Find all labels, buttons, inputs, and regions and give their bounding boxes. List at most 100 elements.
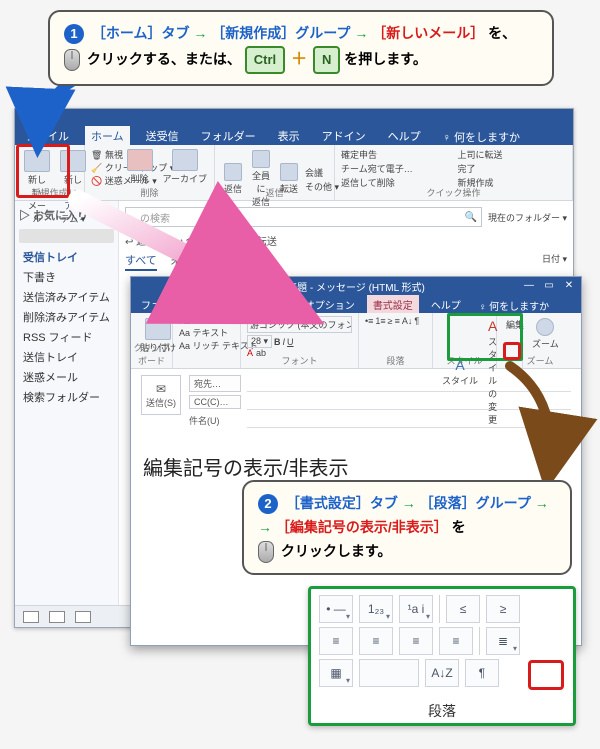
arrow-icon: → xyxy=(354,25,368,41)
zoom-button[interactable]: ズーム xyxy=(529,316,562,352)
subject-input[interactable] xyxy=(247,412,571,428)
tab-help[interactable]: ヘルプ xyxy=(382,126,427,145)
arrow-icon: → xyxy=(258,519,272,535)
tab-sendreceive[interactable]: 送受信 xyxy=(140,126,185,145)
highlight-pilcrow-large xyxy=(528,660,564,690)
font-name[interactable]: 游ゴシック (本文のフォント - 日本 ▾ xyxy=(247,316,352,333)
paragraph-group-panel: • — 1₂₃ ¹a i ≤ ≥ ≡ ≡ ≡ ≡ ≣ ▦ A↓Z ¶ 段落 xyxy=(308,586,576,726)
quick-step[interactable]: 上司に転送 xyxy=(458,148,567,161)
msg-tabs: ファイル メッセージ 挿入 オプション 書式設定 ヘルプ ♀ 何をしますか xyxy=(131,295,581,313)
group-label-quick: クイック操作 xyxy=(335,186,572,199)
tab-folder[interactable]: フォルダー xyxy=(195,126,262,145)
font-size[interactable]: 28 ▾ xyxy=(247,335,272,348)
reply-small[interactable]: ↩ 返信 xyxy=(125,233,156,248)
numbering-button[interactable]: 1≡ xyxy=(375,316,385,326)
cc-label[interactable]: CC(C)… xyxy=(189,395,241,409)
align-right-button[interactable]: ≡ xyxy=(399,627,433,655)
cc-input[interactable] xyxy=(247,394,571,410)
decrease-indent-button[interactable]: ≤ xyxy=(446,595,480,623)
tab-view[interactable]: 表示 xyxy=(272,126,306,145)
italic-button[interactable]: I xyxy=(283,337,286,347)
folder-search[interactable]: 検索フォルダー xyxy=(21,387,114,407)
bullets-button[interactable]: •≡ xyxy=(365,316,373,326)
underline-button[interactable]: U xyxy=(287,337,294,347)
panel-caption: 段落 xyxy=(311,701,573,721)
quick-step[interactable]: 確定申告 xyxy=(341,148,450,161)
bullets-button[interactable]: • — xyxy=(319,595,353,623)
key-n: N xyxy=(313,46,340,74)
indent-button[interactable]: ≥ xyxy=(388,316,393,326)
callout-step-1: 1 ［ホーム］タブ → ［新規作成］グループ → ［新しいメール］ を、 クリッ… xyxy=(48,10,554,86)
search-scope[interactable]: 現在のフォルダー ▾ xyxy=(488,211,567,224)
tab-addin[interactable]: アドイン xyxy=(316,126,372,145)
search-icon: 🔍 xyxy=(465,212,477,223)
titlebar xyxy=(15,109,573,125)
reply-all-icon xyxy=(252,150,270,168)
align-button[interactable]: ≡ xyxy=(395,316,400,326)
mail-nav-icon[interactable] xyxy=(23,611,39,623)
sort-button[interactable]: A↓Z xyxy=(425,659,459,687)
meeting-button[interactable]: 会議 xyxy=(305,166,339,179)
to-label[interactable]: 宛先… xyxy=(189,375,241,392)
forward-small[interactable]: ↪ 転送 xyxy=(246,233,277,248)
text: クリックします。 xyxy=(281,543,392,559)
align-justify-button[interactable]: ≡ xyxy=(439,627,473,655)
tab-file[interactable]: ファイル xyxy=(19,126,75,145)
minimize-button[interactable]: — xyxy=(520,278,538,292)
text: ［ホーム］タブ xyxy=(92,25,190,41)
format-text[interactable]: Aa テキスト xyxy=(179,326,234,339)
show-marks-button[interactable]: ¶ xyxy=(465,659,499,687)
calendar-nav-icon[interactable] xyxy=(49,611,65,623)
tell-me[interactable]: ♀ 何をしますか xyxy=(443,129,520,145)
send-button[interactable]: ✉ 送信(S) xyxy=(141,375,181,415)
msg-tab-format[interactable]: 書式設定 xyxy=(367,295,419,313)
increase-indent-button[interactable]: ≥ xyxy=(486,595,520,623)
numbering-button[interactable]: 1₂₃ xyxy=(359,595,393,623)
bold-button[interactable]: B xyxy=(274,337,281,347)
archive-button[interactable]: アーカイブ xyxy=(160,147,210,187)
msg-tab-option[interactable]: オプション xyxy=(299,295,361,313)
format-html[interactable]: Aa HTML xyxy=(179,316,234,326)
to-input[interactable] xyxy=(247,376,571,392)
msg-tab-help[interactable]: ヘルプ xyxy=(425,295,467,313)
reply-all-button[interactable]: 全員に 返信 xyxy=(249,148,273,210)
align-center-button[interactable]: ≡ xyxy=(359,627,393,655)
multilevel-button[interactable]: ¹a i xyxy=(399,595,433,623)
pilcrow-button[interactable]: ¶ xyxy=(414,316,419,326)
folder-rss[interactable]: RSS フィード xyxy=(21,327,114,347)
format-rich[interactable]: Aa リッチ テキスト xyxy=(179,339,234,352)
text: ［段落］グループ xyxy=(420,495,531,511)
tab-home[interactable]: ホーム xyxy=(85,126,130,145)
delete-button[interactable]: 削除 xyxy=(124,147,156,187)
msg-tab-message[interactable]: メッセージ xyxy=(193,295,255,313)
search-input[interactable]: …の検索🔍 xyxy=(125,207,482,227)
quick-step[interactable]: チーム宛て電子… xyxy=(341,162,450,175)
msg-tell-me[interactable]: ♀ 何をしますか xyxy=(479,298,549,313)
forward-icon xyxy=(280,163,298,181)
reply-all-small[interactable]: ↩↩ 全員に返信 xyxy=(166,233,236,248)
quick-step[interactable]: 完了 xyxy=(458,162,567,175)
text: クリックする、または、 xyxy=(87,51,241,67)
maximize-button[interactable]: ▭ xyxy=(540,278,558,292)
folder-drafts[interactable]: 下書き xyxy=(21,267,114,287)
close-button[interactable]: ✕ xyxy=(560,278,578,292)
sort-by[interactable]: 日付 ▾ xyxy=(542,252,567,271)
folder-deleted[interactable]: 削除済みアイテム xyxy=(21,307,114,327)
msg-tab-insert[interactable]: 挿入 xyxy=(261,295,293,313)
folder-junk[interactable]: 迷惑メール xyxy=(21,367,114,387)
filter-all[interactable]: すべて xyxy=(125,252,157,271)
align-left-button[interactable]: ≡ xyxy=(319,627,353,655)
folder-sent[interactable]: 送信済みアイテム xyxy=(21,287,114,307)
reply-icon xyxy=(224,163,242,181)
msg-tab-file[interactable]: ファイル xyxy=(135,295,187,313)
filter-unread[interactable]: 未読 xyxy=(171,252,193,271)
folder-inbox[interactable]: 受信トレイ xyxy=(21,247,114,267)
shading-button[interactable]: ▦ xyxy=(319,659,353,687)
sort-button[interactable]: A↓ xyxy=(402,316,413,326)
zoom-icon xyxy=(536,318,554,336)
paste-icon xyxy=(145,318,171,340)
line-spacing-button[interactable]: ≣ xyxy=(486,627,520,655)
more-nav-icon[interactable] xyxy=(75,611,91,623)
folder-outbox[interactable]: 送信トレイ xyxy=(21,347,114,367)
step-badge-2: 2 xyxy=(258,494,278,514)
